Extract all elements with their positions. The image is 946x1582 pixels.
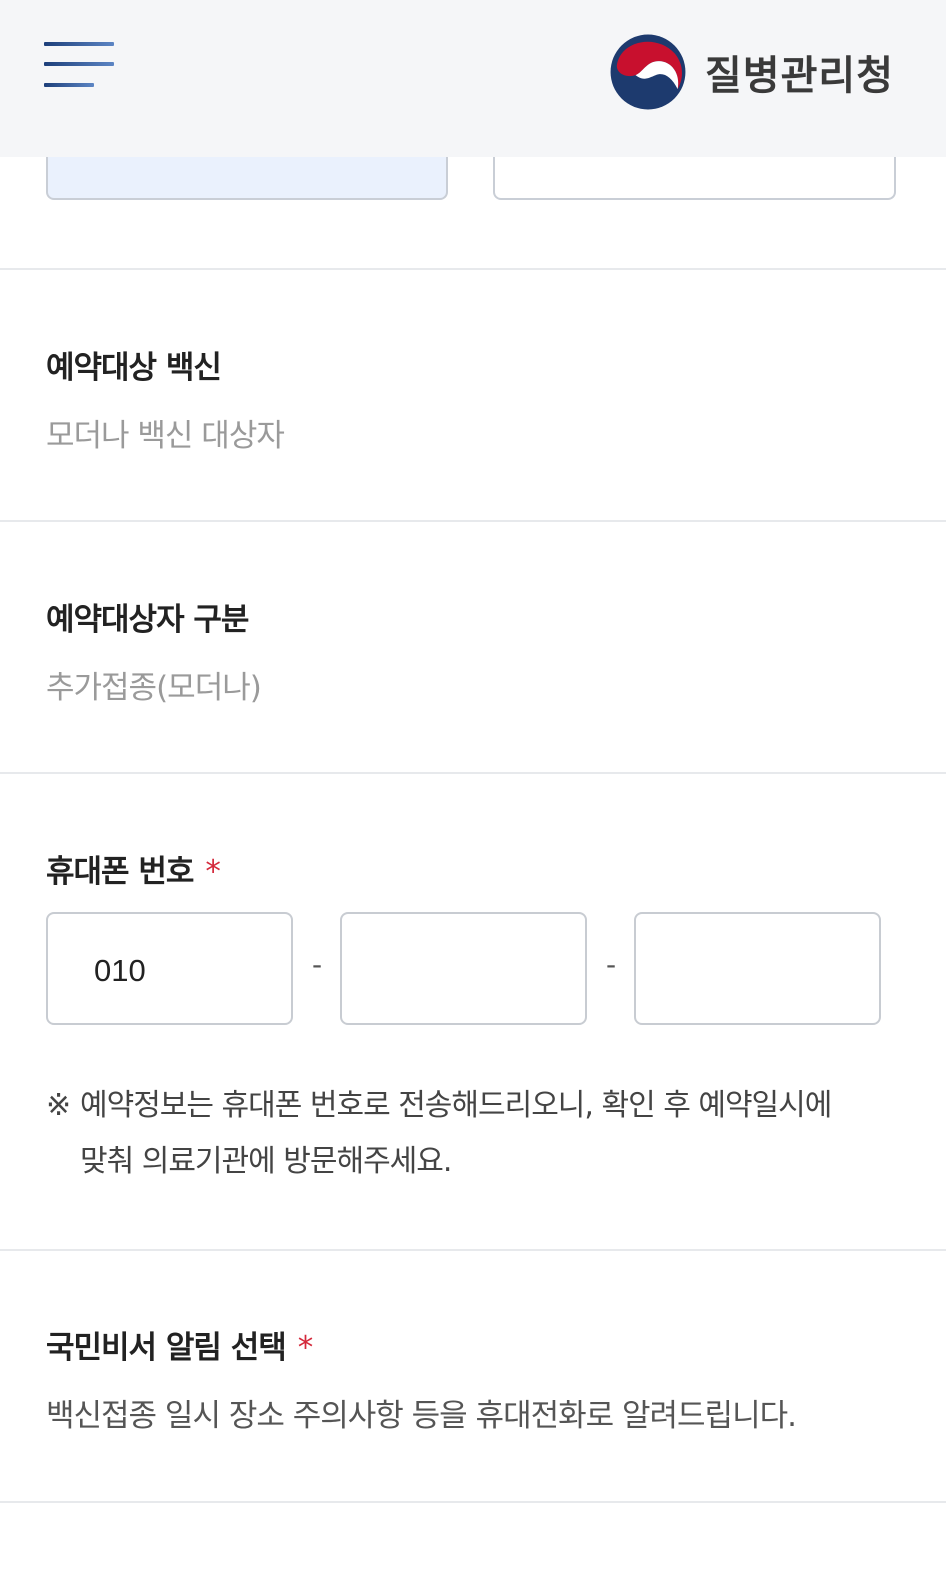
app-header: 질병관리청 (0, 0, 946, 157)
required-mark: * (205, 854, 220, 890)
vaccine-value: 모더나 백신 대상자 (46, 418, 285, 454)
korea-taegeuk-emblem-icon (610, 34, 686, 110)
target-type-label: 예약대상자 구분 (46, 602, 249, 638)
required-mark: * (297, 1330, 313, 1366)
vaccine-label: 예약대상 백신 (46, 350, 222, 386)
phone-part2-input[interactable] (340, 912, 587, 1025)
secretary-label: 국민비서 알림 선택 * (46, 1322, 313, 1367)
phone-label: 휴대폰 번호 * (46, 846, 221, 891)
target-type-value: 추가접종(모더나) (46, 670, 262, 706)
phone-separator: - (606, 948, 617, 981)
section-divider (0, 772, 946, 774)
phone-separator: - (312, 948, 323, 981)
phone-part1-input[interactable]: 010 (46, 912, 293, 1025)
phone-notice: ※ 예약정보는 휴대폰 번호로 전송해드리오니, 확인 후 예약일시에 맞춰 의료… (46, 1078, 886, 1190)
secretary-label-text: 국민비서 알림 선택 (46, 1330, 287, 1366)
section-divider (0, 520, 946, 522)
secretary-description: 백신접종 일시 장소 주의사항 등을 휴대전화로 알려드립니다. (46, 1398, 797, 1434)
hamburger-menu-icon[interactable] (44, 42, 114, 90)
section-divider (0, 1249, 946, 1251)
phone-label-text: 휴대폰 번호 (46, 854, 194, 890)
section-divider (0, 1501, 946, 1503)
org-name: 질병관리청 (705, 53, 894, 99)
notice-mark: ※ (46, 1088, 71, 1123)
notice-line2: 맞춰 의료기관에 방문해주세요. (80, 1144, 452, 1179)
section-divider (0, 268, 946, 270)
phone-part3-input[interactable] (634, 912, 881, 1025)
org-logo[interactable]: 질병관리청 (609, 32, 894, 112)
reservation-form-page: 질병관리청 예약대상 백신 모더나 백신 대상자 예약대상자 구분 추가접종(모… (0, 0, 946, 1582)
notice-line1: 예약정보는 휴대폰 번호로 전송해드리오니, 확인 후 예약일시에 (80, 1088, 832, 1123)
